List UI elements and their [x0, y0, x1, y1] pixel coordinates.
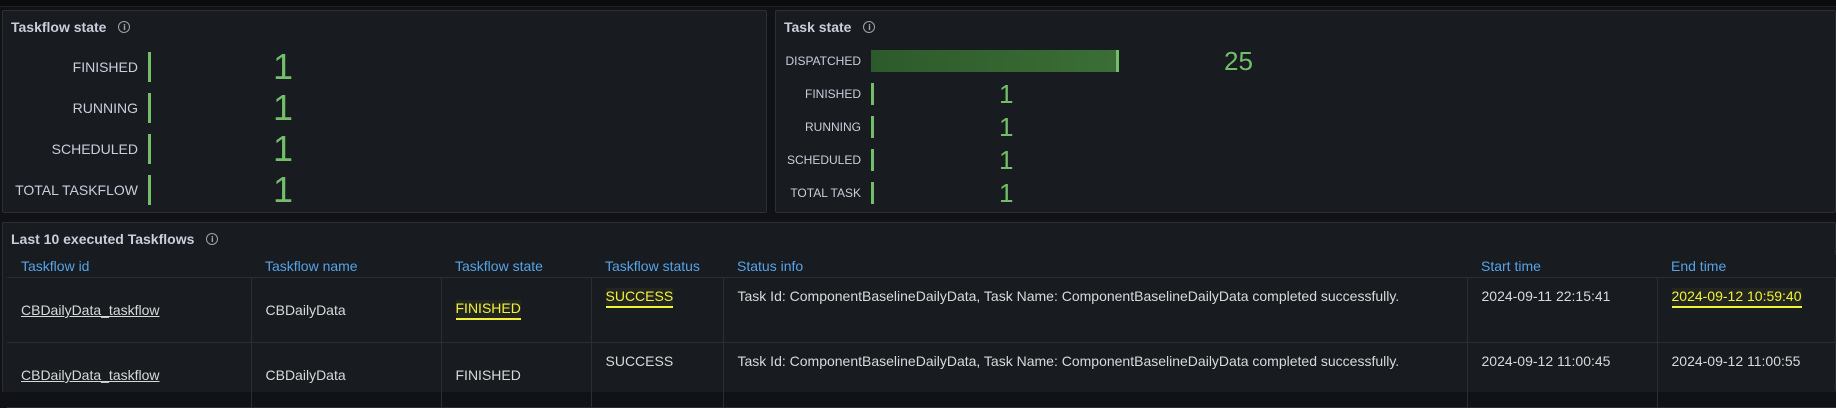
- taskflow-state-title: Taskflow state: [11, 19, 107, 35]
- cell-start-time: 2024-09-12 11:00:45: [1467, 342, 1658, 408]
- col-header-taskflow-state[interactable]: Taskflow state: [441, 255, 591, 278]
- cell-taskflow-status: SUCCESS: [591, 277, 724, 343]
- state-value: 1: [999, 178, 1014, 208]
- task-state-panel: Task state i DISPATCHED 25 FINISHED 1 RU…: [775, 10, 1836, 213]
- state-bar: [148, 134, 151, 164]
- state-bar: [148, 93, 151, 123]
- state-bar: [871, 149, 874, 171]
- state-row-finished: FINISHED 1: [776, 81, 1013, 107]
- taskflow-status-value: SUCCESS: [605, 288, 674, 308]
- col-header-start-time[interactable]: Start time: [1467, 255, 1657, 278]
- state-row-total-taskflow: TOTAL TASKFLOW 1: [3, 172, 293, 208]
- state-value: 1: [273, 87, 294, 128]
- table-row: CBDailyData_taskflow CBDailyData FINISHE…: [7, 342, 1836, 408]
- state-label: FINISHED: [72, 59, 138, 75]
- state-bar: [148, 175, 151, 205]
- col-header-taskflow-status[interactable]: Taskflow status: [591, 255, 723, 278]
- panel-title: Taskflow state i: [11, 19, 131, 35]
- taskflow-state-value: FINISHED: [455, 300, 521, 320]
- state-label: FINISHED: [804, 87, 861, 101]
- cell-start-time: 2024-09-11 22:15:41: [1467, 277, 1658, 343]
- executed-taskflows-panel: Last 10 executed Taskflows i Taskflow id…: [2, 222, 1836, 408]
- state-bar: [871, 116, 874, 138]
- state-row-running: RUNNING 1: [776, 114, 1013, 140]
- state-value: 1: [273, 128, 294, 169]
- state-label: RUNNING: [72, 100, 138, 116]
- state-value: 1: [999, 145, 1014, 175]
- cell-taskflow-id: CBDailyData_taskflow: [7, 277, 252, 343]
- col-header-end-time[interactable]: End time: [1657, 255, 1836, 278]
- top-toolbar-edge: [0, 0, 1836, 7]
- end-time-value: 2024-09-12 10:59:40: [1671, 288, 1802, 308]
- state-value: 1: [273, 169, 294, 210]
- state-row-dispatched: DISPATCHED 25: [776, 46, 1253, 76]
- info-icon[interactable]: i: [863, 21, 876, 33]
- state-row-finished: FINISHED 1: [3, 49, 293, 85]
- cell-status-info: Task Id: ComponentBaselineDailyData, Tas…: [723, 342, 1468, 408]
- panel-title: Last 10 executed Taskflows i: [11, 231, 219, 247]
- state-label: TOTAL TASKFLOW: [15, 182, 138, 198]
- state-label: SCHEDULED: [51, 141, 138, 157]
- state-bar: [871, 50, 1119, 72]
- state-row-running: RUNNING 1: [3, 90, 293, 126]
- state-value: 1: [273, 46, 294, 87]
- state-bar: [148, 52, 151, 82]
- state-bar: [871, 83, 874, 105]
- state-row-total-task: TOTAL TASK 1: [776, 180, 1013, 206]
- taskflows-table: Taskflow id Taskflow name Taskflow state…: [7, 255, 1836, 408]
- info-icon[interactable]: i: [118, 21, 131, 33]
- state-label: RUNNING: [805, 120, 861, 134]
- panel-title: Task state i: [784, 19, 876, 35]
- cell-taskflow-state: FINISHED: [441, 342, 592, 408]
- state-row-scheduled: SCHEDULED 1: [776, 147, 1013, 173]
- cell-taskflow-state: FINISHED: [441, 277, 592, 343]
- col-header-taskflow-name[interactable]: Taskflow name: [251, 255, 441, 278]
- info-icon[interactable]: i: [206, 233, 219, 245]
- state-value: 1: [999, 79, 1014, 109]
- state-value: 1: [999, 112, 1014, 142]
- cell-taskflow-name: CBDailyData: [251, 342, 442, 408]
- taskflow-id-link[interactable]: CBDailyData_taskflow: [21, 302, 160, 318]
- task-state-title: Task state: [784, 19, 852, 35]
- state-value: 25: [1224, 46, 1253, 76]
- cell-end-time: 2024-09-12 11:00:55: [1657, 342, 1836, 408]
- col-header-status-info[interactable]: Status info: [723, 255, 1467, 278]
- state-row-scheduled: SCHEDULED 1: [3, 131, 293, 167]
- state-label: SCHEDULED: [786, 153, 861, 167]
- executed-taskflows-title: Last 10 executed Taskflows: [11, 231, 195, 247]
- table-header-row: Taskflow id Taskflow name Taskflow state…: [7, 255, 1836, 278]
- state-bar: [871, 182, 874, 204]
- state-label: TOTAL TASK: [790, 186, 861, 200]
- cell-taskflow-name: CBDailyData: [251, 277, 442, 343]
- cell-taskflow-id: CBDailyData_taskflow: [7, 342, 252, 408]
- taskflow-id-link[interactable]: CBDailyData_taskflow: [21, 367, 160, 383]
- cell-taskflow-status: SUCCESS: [591, 342, 724, 408]
- state-label: DISPATCHED: [785, 54, 861, 68]
- taskflow-state-panel: Taskflow state i FINISHED 1 RUNNING 1 SC…: [2, 10, 767, 213]
- cell-status-info: Task Id: ComponentBaselineDailyData, Tas…: [723, 277, 1468, 343]
- table-row: CBDailyData_taskflow CBDailyData FINISHE…: [7, 277, 1836, 343]
- col-header-taskflow-id[interactable]: Taskflow id: [7, 255, 251, 278]
- cell-end-time: 2024-09-12 10:59:40: [1657, 277, 1836, 343]
